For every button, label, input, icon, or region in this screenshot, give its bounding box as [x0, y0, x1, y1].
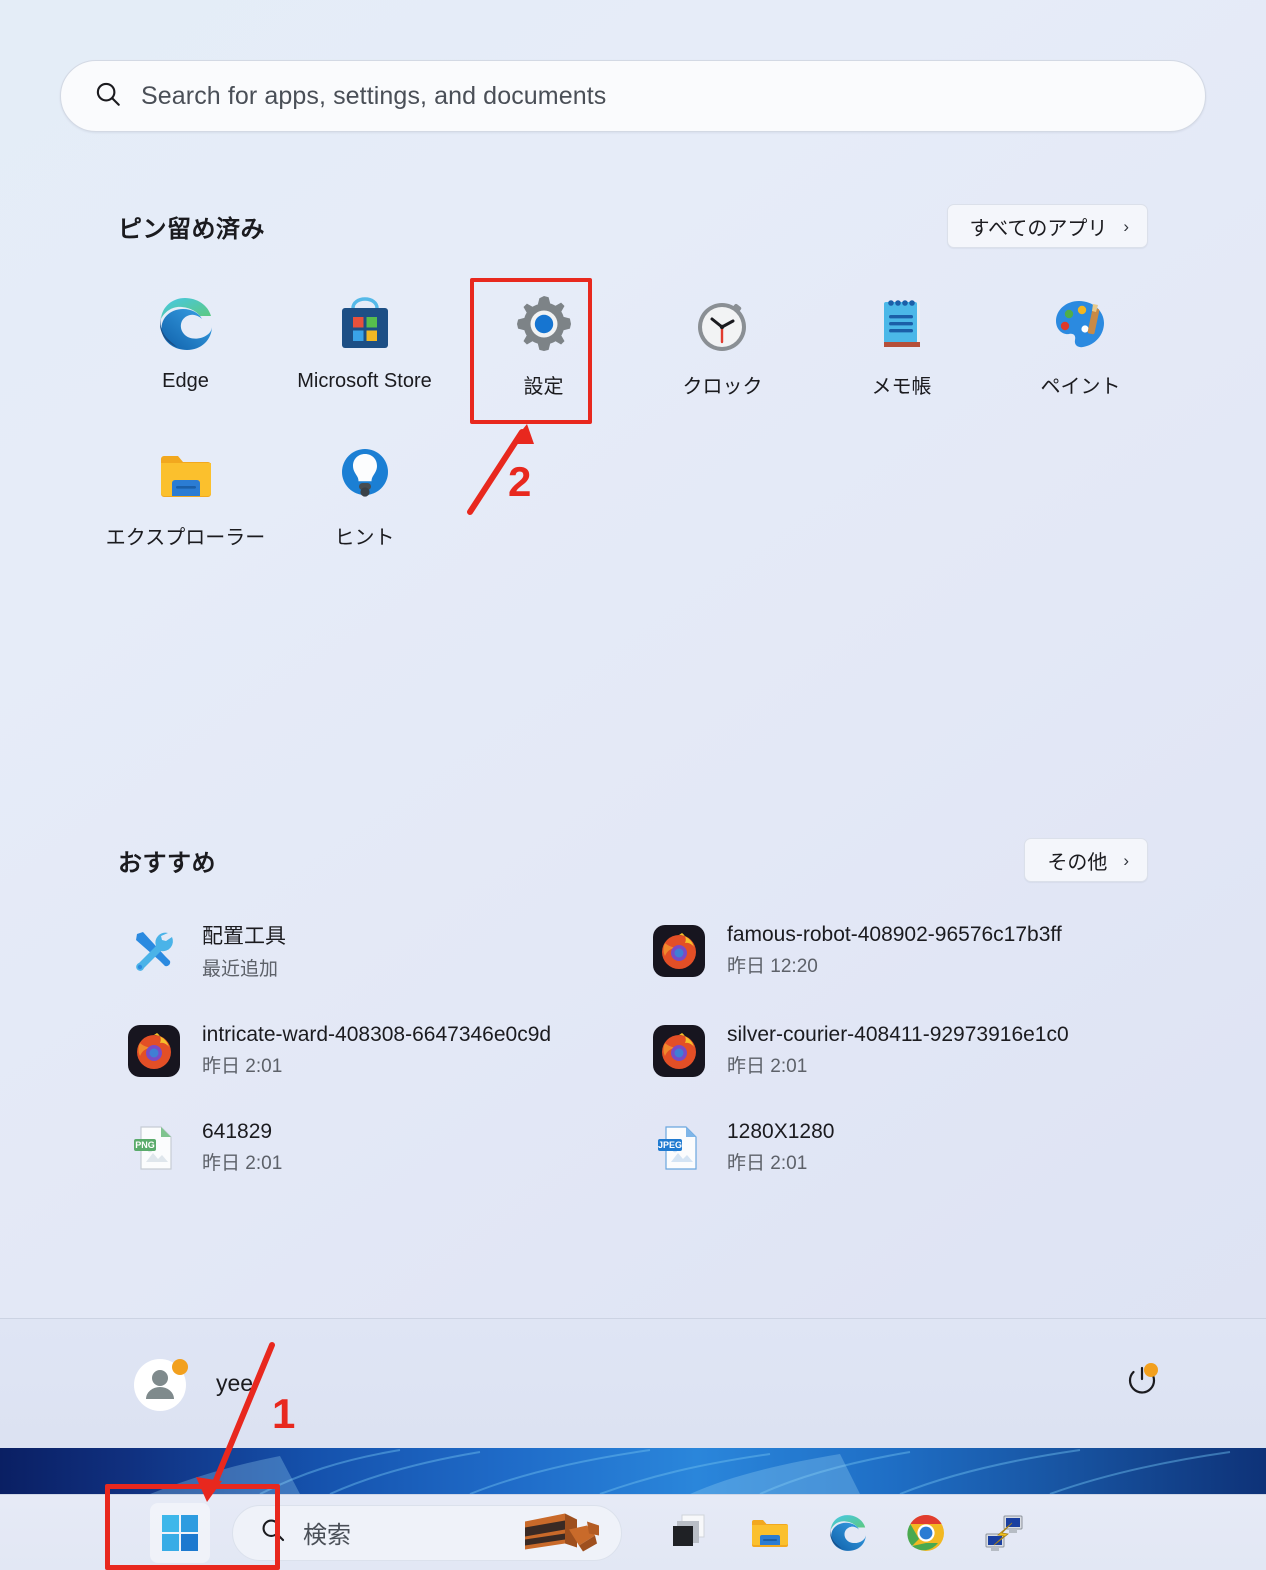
annotation-arrows	[196, 424, 534, 1502]
annotation-arrow-1	[209, 1342, 275, 1493]
